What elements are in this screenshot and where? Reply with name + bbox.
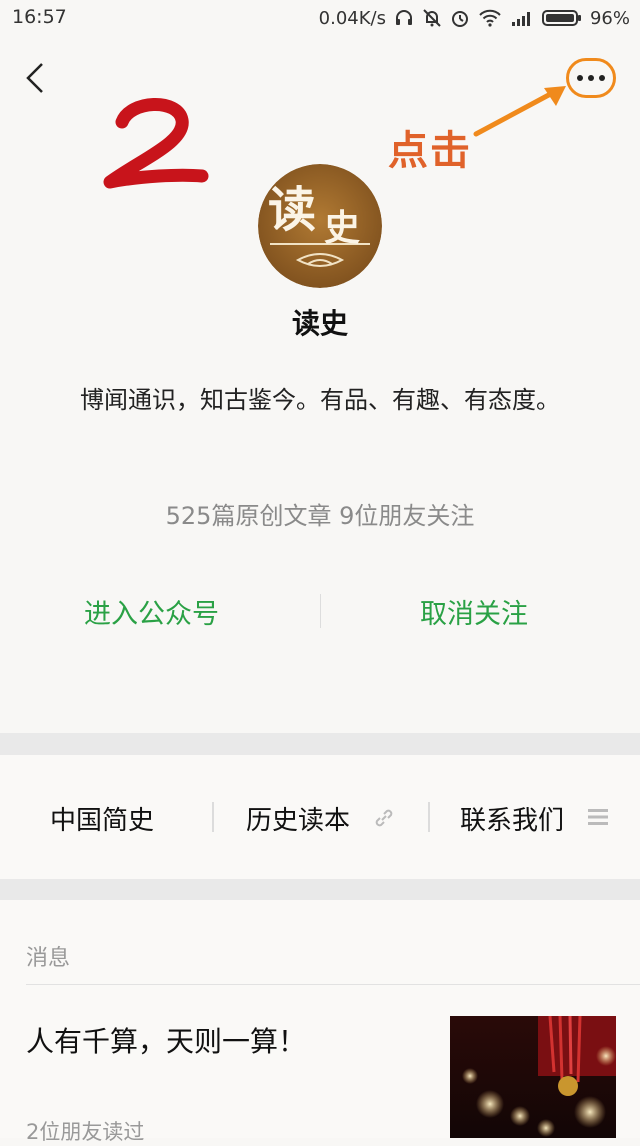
action-divider (320, 594, 321, 628)
account-description: 博闻通识，知古鉴今。有品、有趣、有态度。 (80, 386, 560, 414)
menu-separator (212, 802, 214, 832)
back-button[interactable] (20, 60, 52, 96)
headphones-icon (394, 8, 414, 28)
menu-item-contact[interactable]: 联系我们 (460, 800, 564, 837)
alarm-icon (450, 8, 470, 28)
more-dot (599, 75, 605, 81)
wifi-icon (478, 8, 502, 28)
section-divider (0, 733, 640, 755)
status-time: 16:57 (12, 6, 67, 28)
step-number-annotation: 2 (100, 90, 209, 189)
signal-icon (510, 8, 534, 28)
arrow-icon (473, 86, 566, 137)
menu-separator (428, 802, 430, 832)
menu-lines-icon (588, 809, 608, 825)
avatar-char-2: 史 (324, 207, 360, 249)
account-stats: 525篇原创文章 9位朋友关注 (165, 502, 475, 530)
article-title[interactable]: 人有千算，天则一算！ (26, 1020, 306, 1060)
more-dots-icon (577, 75, 583, 81)
battery-percent: 96% (589, 7, 630, 29)
more-dot (588, 75, 594, 81)
section-divider (0, 879, 640, 900)
avatar[interactable]: 读 史 (258, 164, 382, 288)
account-name: 读史 (291, 307, 348, 340)
article-meta: 2位朋友读过 (26, 1120, 145, 1144)
section-line (26, 984, 640, 985)
enter-account-button[interactable]: 进入公众号 (84, 592, 219, 631)
alarm-off-icon (422, 8, 442, 28)
network-speed: 0.04K/s (318, 7, 386, 29)
avatar-char-1: 读 (268, 182, 316, 238)
article-thumbnail[interactable] (450, 1016, 616, 1138)
battery-icon (541, 8, 582, 28)
menu-item-history-reader[interactable]: 历史读本 (246, 800, 350, 837)
status-bar: 16:57 0.04K/s 96% (0, 0, 640, 36)
status-icons: 0.04K/s 96% (319, 4, 630, 32)
chevron-left-icon (26, 63, 43, 93)
more-button[interactable] (566, 58, 616, 98)
unfollow-button[interactable]: 取消关注 (420, 592, 528, 631)
step-number-text: 2 (100, 90, 101, 91)
menu-item-brief-history[interactable]: 中国简史 (50, 800, 154, 837)
link-icon (375, 809, 393, 827)
messages-label: 消息 (26, 946, 71, 971)
click-hint: 点击 (388, 127, 472, 174)
